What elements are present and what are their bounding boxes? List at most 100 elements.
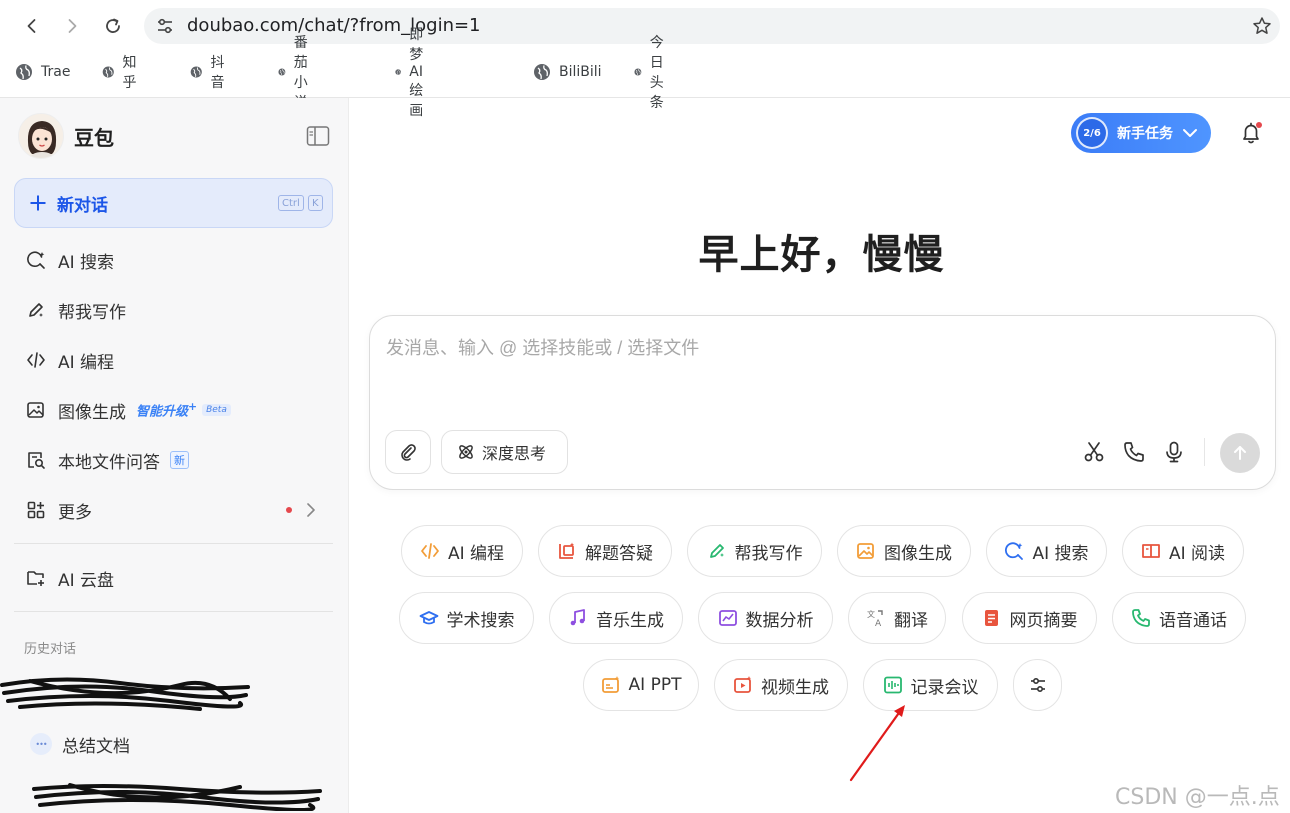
skill-chip-music-gen[interactable]: 音乐生成 (549, 592, 683, 644)
globe-icon (278, 68, 286, 76)
avatar-illustration-icon (19, 114, 63, 158)
attach-button[interactable] (385, 430, 431, 474)
smart-upgrade-tag: 智能升级+ (136, 400, 198, 420)
sidebar-item-label: AI 云盘 (58, 570, 115, 591)
sidebar-item-label: 帮我写作 (58, 302, 126, 323)
sidebar-item-label: 图像生成 (58, 402, 126, 423)
code-icon (421, 543, 439, 559)
skill-chip-translate[interactable]: 文A 翻译 (848, 592, 946, 644)
url-text[interactable]: doubao.com/chat/?from_login=1 (187, 15, 481, 36)
skill-chip-ai-reading[interactable]: AI 阅读 (1122, 525, 1244, 577)
skill-chip-voice-call[interactable]: 语音通话 (1112, 592, 1246, 644)
skill-chip-academic-search[interactable]: 学术搜索 (399, 592, 534, 644)
skill-chip-ai-search[interactable]: AI 搜索 (986, 525, 1107, 577)
ai-search-icon (27, 251, 45, 269)
sidebar-divider (14, 611, 333, 612)
globe-icon (190, 66, 202, 78)
sidebar-item-image-gen[interactable]: 图像生成 智能升级+ Beta (26, 395, 231, 425)
pen-icon (29, 303, 43, 317)
history-item-label: 总结文档 (62, 736, 130, 757)
sidebar-item-cloud[interactable]: AI 云盘 (26, 563, 114, 593)
cloud-folder-icon (27, 571, 44, 586)
meeting-record-icon (883, 676, 902, 694)
skill-chip-ai-ppt[interactable]: AI PPT (583, 659, 699, 711)
sidebar-item-local-file-qa[interactable]: 本地文件问答 新 (26, 445, 189, 475)
skill-chip-image-gen[interactable]: 图像生成 (837, 525, 971, 577)
music-note-icon (570, 609, 585, 626)
sidebar: 豆包 新对话 Ctrl K AI 搜索 帮我写作 AI 编程 图像生成 智能升级… (0, 98, 349, 813)
paperclip-icon (401, 444, 416, 461)
skill-chip-writing[interactable]: 帮我写作 (687, 525, 822, 577)
history-item[interactable]: ••• 总结文档 (30, 731, 130, 757)
chart-icon (718, 610, 737, 626)
shortcut-k-key: K (308, 195, 323, 211)
redacted-history-item[interactable] (30, 781, 325, 811)
sidebar-item-ai-search[interactable]: AI 搜索 (26, 245, 114, 275)
chevron-right-icon (307, 503, 315, 517)
message-input[interactable] (386, 334, 1246, 394)
chevron-down-icon (1183, 129, 1197, 137)
bookmark-zhihu[interactable]: 知乎 (102, 55, 142, 91)
skill-chip-problem-solving[interactable]: 解题答疑 (538, 525, 672, 577)
bookmark-star-icon[interactable] (1252, 16, 1272, 36)
sidebar-item-coding[interactable]: AI 编程 (26, 345, 114, 375)
sidebar-item-writing[interactable]: 帮我写作 (26, 295, 126, 325)
back-button[interactable] (18, 12, 46, 40)
bookmark-douyin[interactable]: 抖音 (190, 55, 230, 91)
reload-icon (106, 18, 120, 33)
svg-text:A: A (875, 619, 882, 628)
avatar (18, 113, 64, 159)
bookmark-fanqie[interactable]: 番茄小说 (278, 35, 318, 111)
skill-chip-ai-coding[interactable]: AI 编程 (401, 525, 523, 577)
apps-icon (27, 501, 45, 519)
phone-icon (1132, 609, 1150, 627)
send-button[interactable] (1220, 433, 1260, 473)
scissors-icon[interactable] (1082, 440, 1106, 464)
new-chat-button[interactable]: 新对话 Ctrl K (14, 178, 333, 228)
bookmark-jimeng[interactable]: 即梦 AI绘画 (395, 27, 435, 119)
notification-dot (1256, 122, 1262, 128)
task-label: 新手任务 (1117, 126, 1173, 142)
newbie-task-button[interactable]: 2/6 新手任务 (1071, 113, 1211, 153)
image-icon (857, 543, 874, 559)
task-progress-ring: 2/6 (1076, 117, 1108, 149)
forward-button[interactable] (58, 12, 86, 40)
globe-icon (634, 68, 642, 76)
skill-chip-video-gen[interactable]: 视频生成 (714, 659, 848, 711)
forward-arrow-icon (68, 19, 77, 33)
globe-icon (102, 66, 114, 78)
video-icon (734, 676, 752, 693)
pen-icon (709, 544, 724, 558)
reload-button[interactable] (99, 12, 127, 40)
image-icon (27, 402, 44, 418)
bookmark-trae[interactable]: Trae (15, 58, 70, 86)
new-chat-label: 新对话 (57, 195, 108, 216)
microphone-icon[interactable] (1162, 440, 1186, 464)
phone-icon[interactable] (1122, 440, 1146, 464)
message-composer: 深度思考 (369, 315, 1276, 490)
deep-think-button[interactable]: 深度思考 (441, 430, 568, 474)
skill-chip-data-analysis[interactable]: 数据分析 (698, 592, 833, 644)
sidebar-item-label: AI 编程 (58, 352, 115, 373)
history-title: 历史对话 (24, 642, 77, 657)
browser-chrome: doubao.com/chat/?from_login=1 Trae 知乎 抖音… (0, 0, 1290, 119)
chat-bubble-icon: ••• (30, 733, 52, 755)
globe-icon (534, 64, 550, 80)
question-doc-icon (559, 542, 574, 559)
graduation-cap-icon (419, 611, 438, 625)
svg-text:文: 文 (867, 609, 875, 619)
code-icon (27, 352, 45, 368)
annotation-arrow (849, 705, 905, 782)
web-summary-icon (984, 610, 998, 626)
sidebar-toggle-icon[interactable] (306, 125, 330, 147)
bookmark-toutiao[interactable]: 今日头条 (634, 35, 674, 111)
book-icon (1142, 544, 1160, 558)
brand[interactable]: 豆包 (18, 113, 114, 159)
redacted-history-item[interactable] (0, 673, 250, 715)
skill-chip-web-summary[interactable]: 网页摘要 (962, 592, 1097, 644)
skill-settings-button[interactable] (1013, 659, 1062, 711)
site-settings-icon[interactable] (156, 17, 174, 35)
bookmark-bilibili[interactable]: BiliBili (533, 58, 602, 86)
sidebar-item-more[interactable]: 更多 (26, 495, 92, 525)
sidebar-divider (14, 543, 333, 544)
